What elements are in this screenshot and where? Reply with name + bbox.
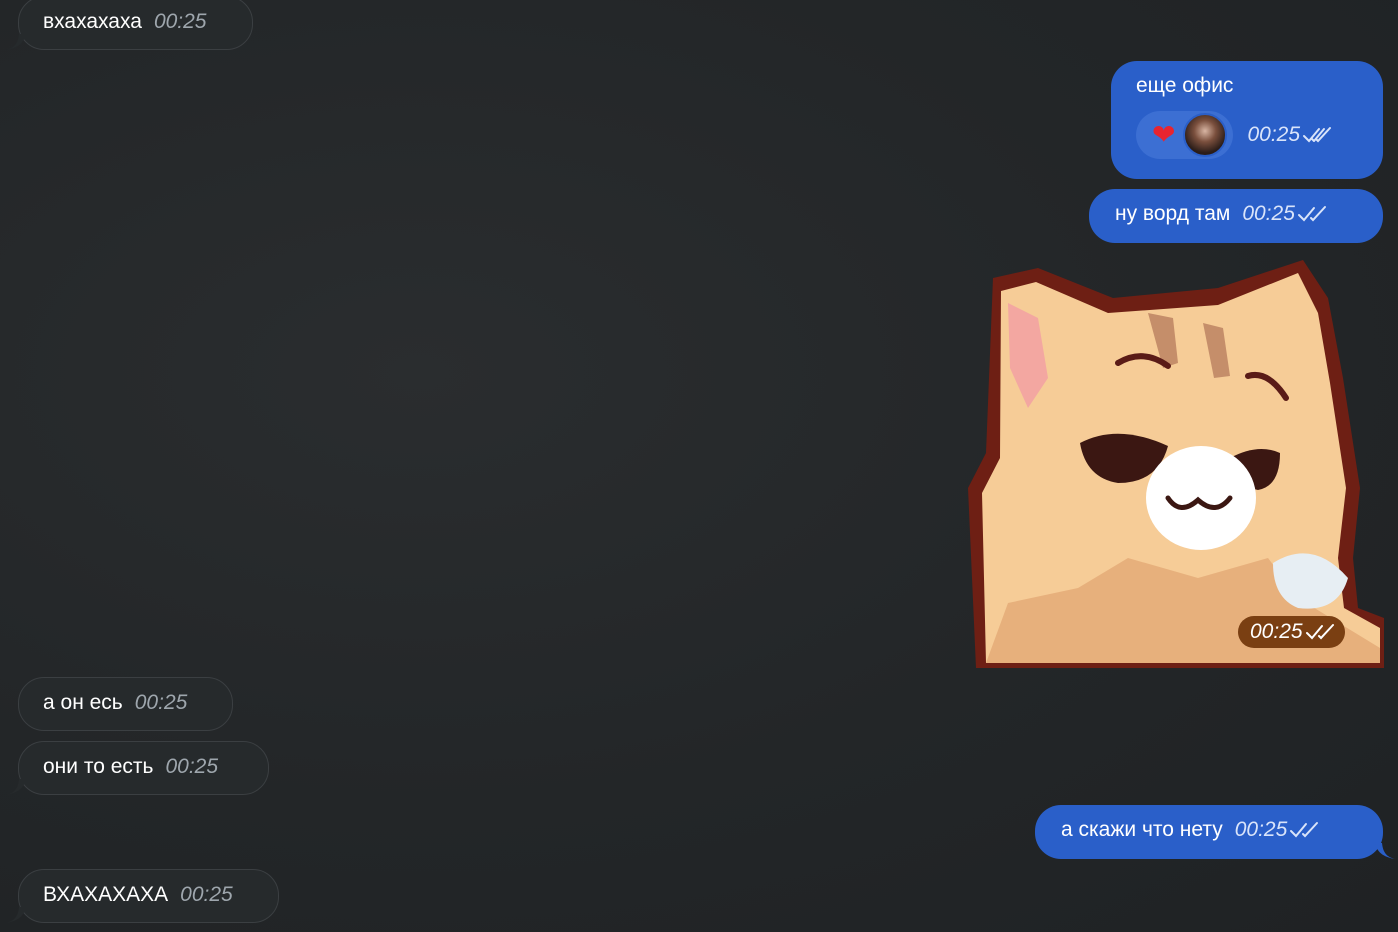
message-time: 00:25 xyxy=(1234,818,1288,841)
message-time: 00:25 xyxy=(1247,123,1301,146)
heart-icon[interactable]: ❤ xyxy=(1152,121,1175,149)
message-time: 00:25 xyxy=(153,10,207,33)
message-incoming[interactable]: ВХАХАХАХА 00:25 xyxy=(18,869,279,923)
message-text: а скажи что нету xyxy=(1061,818,1223,841)
message-time: 00:25 xyxy=(1250,620,1303,643)
cat-sticker[interactable] xyxy=(968,258,1384,668)
reaction-bar[interactable]: ❤ xyxy=(1136,111,1234,159)
message-outgoing[interactable]: еще офис ❤ 00:25 xyxy=(1111,61,1383,179)
double-check-icon xyxy=(1297,206,1326,222)
message-text: ну ворд там xyxy=(1115,202,1231,225)
message-time: 00:25 xyxy=(165,755,219,778)
message-incoming[interactable]: вхахахаха 00:25 xyxy=(18,0,253,50)
message-text: а он есь xyxy=(43,691,123,714)
double-check-icon xyxy=(1305,624,1334,640)
bubble-tail-icon xyxy=(6,907,26,923)
message-outgoing[interactable]: ну ворд там 00:25 xyxy=(1089,189,1383,243)
message-text: еще офис xyxy=(1136,74,1234,97)
message-text: вхахахаха xyxy=(43,10,142,33)
bubble-tail-icon xyxy=(1375,843,1395,859)
message-incoming[interactable]: а он есь 00:25 xyxy=(18,677,233,731)
message-outgoing[interactable]: а скажи что нету 00:25 xyxy=(1035,805,1383,859)
chat-history[interactable]: вхахахаха 00:25 еще офис ❤ 00:25 ну ворд … xyxy=(0,0,1398,932)
message-time: 00:25 xyxy=(1242,202,1295,225)
message-incoming[interactable]: они то есть 00:25 xyxy=(18,741,269,795)
double-check-icon xyxy=(1290,822,1319,838)
bubble-tail-icon xyxy=(6,34,26,50)
double-check-icon xyxy=(1303,127,1332,143)
sticker-time-badge: 00:25 xyxy=(1238,616,1345,648)
bubble-tail-icon xyxy=(6,779,26,795)
message-time: 00:25 xyxy=(180,883,233,906)
message-time: 00:25 xyxy=(134,691,188,714)
message-text: ВХАХАХАХА xyxy=(43,883,169,906)
avatar xyxy=(1183,113,1228,157)
message-text: они то есть xyxy=(43,755,154,778)
